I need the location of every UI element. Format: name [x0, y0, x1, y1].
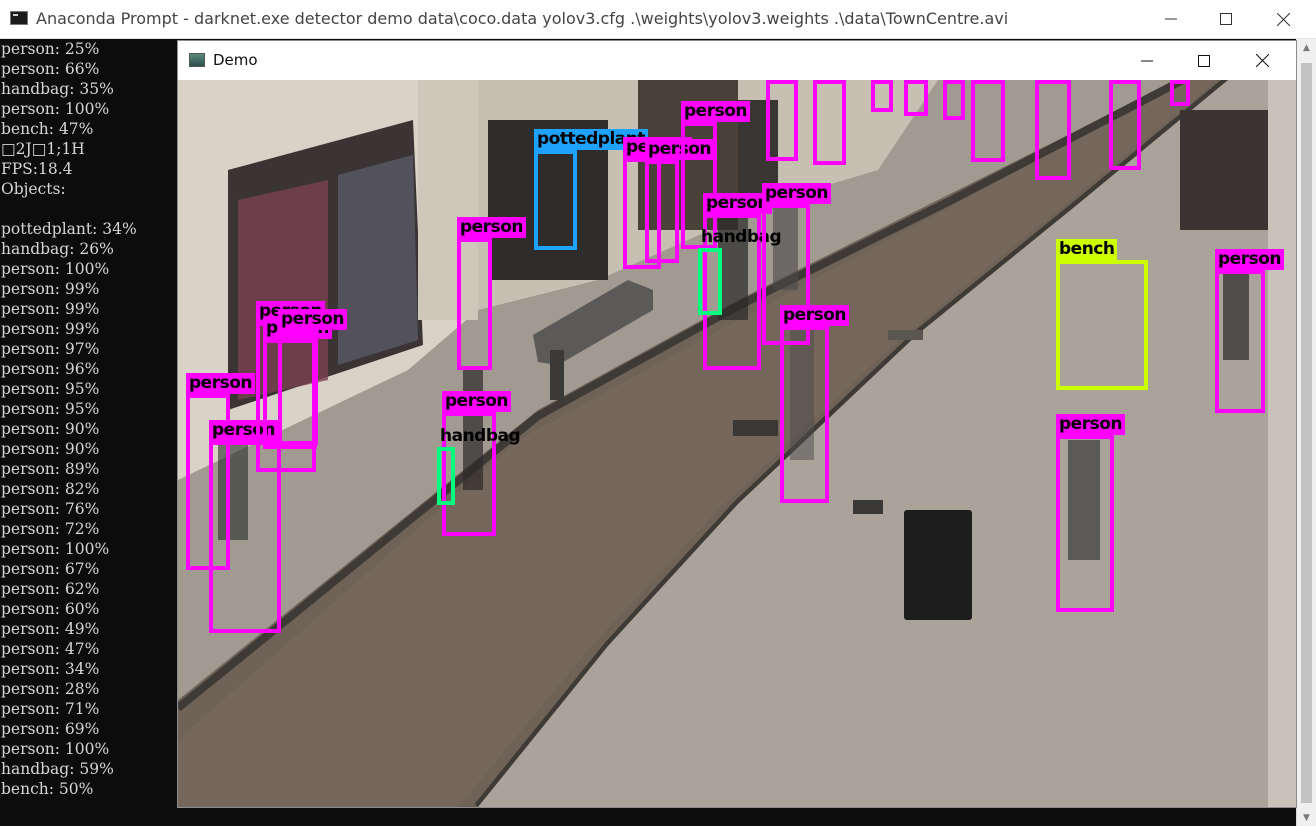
detection-label: person: [457, 217, 526, 238]
scrollbar-thumb[interactable]: [1301, 63, 1312, 803]
close-icon: [1276, 12, 1290, 26]
console-window-title: Anaconda Prompt - darknet.exe detector d…: [36, 9, 1009, 28]
demo-maximize-button[interactable]: [1175, 41, 1233, 80]
detection-label: person: [442, 391, 511, 412]
demo-window: Demo person person person person person …: [177, 40, 1297, 808]
console-minimize-button[interactable]: [1142, 0, 1200, 38]
detection-box-pe: pe: [971, 80, 1005, 162]
detection-label: person: [762, 183, 831, 204]
console-output[interactable]: person: 25% person: 66% handbag: 35% per…: [0, 39, 178, 826]
detection-label: person: [1215, 249, 1284, 270]
street-scene-image: [178, 80, 1296, 807]
demo-close-button[interactable]: [1233, 41, 1291, 80]
detection-label: person: [278, 309, 347, 330]
detection-box-person: person: [780, 305, 849, 503]
demo-title-bar: Demo: [178, 41, 1296, 80]
close-icon: [1255, 54, 1269, 67]
detection-box-person: person: [1215, 249, 1284, 413]
maximize-icon: [1198, 54, 1210, 67]
maximize-icon: [1220, 13, 1232, 25]
detection-label: person: [1056, 414, 1125, 435]
detection-box-person: [1170, 80, 1190, 106]
detection-label: person: [681, 101, 750, 122]
detection-box-person: [871, 80, 893, 112]
detection-box-person: person: [278, 309, 347, 445]
detection-box-person: [813, 80, 846, 165]
detection-box-pottedplant: pottedplant: [534, 129, 648, 250]
console-scrollbar[interactable]: ▲ ▼: [1296, 39, 1316, 826]
detection-box-handbag: handbag: [437, 426, 521, 505]
detection-box-person: person: [645, 139, 714, 263]
detection-box-person: [1109, 80, 1141, 170]
video-frame: person person person person person person pers…: [178, 80, 1296, 807]
detection-box-person: [943, 80, 965, 120]
console-close-button[interactable]: [1254, 0, 1312, 38]
detection-box-handbag: handbag: [698, 227, 782, 315]
demo-minimize-button[interactable]: [1118, 41, 1176, 80]
console-maximize-button[interactable]: [1197, 0, 1255, 38]
scroll-up-arrow-icon[interactable]: ▲: [1297, 39, 1316, 56]
detection-label: handbag: [440, 426, 521, 446]
scroll-down-arrow-icon[interactable]: ▼: [1297, 809, 1316, 826]
minimize-icon: [1141, 60, 1153, 61]
detection-box-person: person: [766, 80, 798, 161]
detection-label: bench: [1056, 239, 1118, 260]
detection-box-bench: bench: [1056, 239, 1148, 390]
console-text: person: 25% person: 66% handbag: 35% per…: [1, 40, 137, 798]
detection-box-person: person: [1056, 414, 1125, 612]
detection-label: person: [186, 373, 255, 394]
detection-label: person: [780, 305, 849, 326]
detection-box-person: [904, 80, 928, 116]
detection-box-person: person: [1035, 80, 1071, 180]
detection-box-person: person: [457, 217, 526, 370]
minimize-icon: [1165, 18, 1177, 20]
console-title-bar: Anaconda Prompt - darknet.exe detector d…: [0, 0, 1316, 39]
console-app-icon: [10, 11, 28, 25]
demo-window-title: Demo: [213, 51, 258, 69]
demo-app-icon: [189, 53, 205, 67]
